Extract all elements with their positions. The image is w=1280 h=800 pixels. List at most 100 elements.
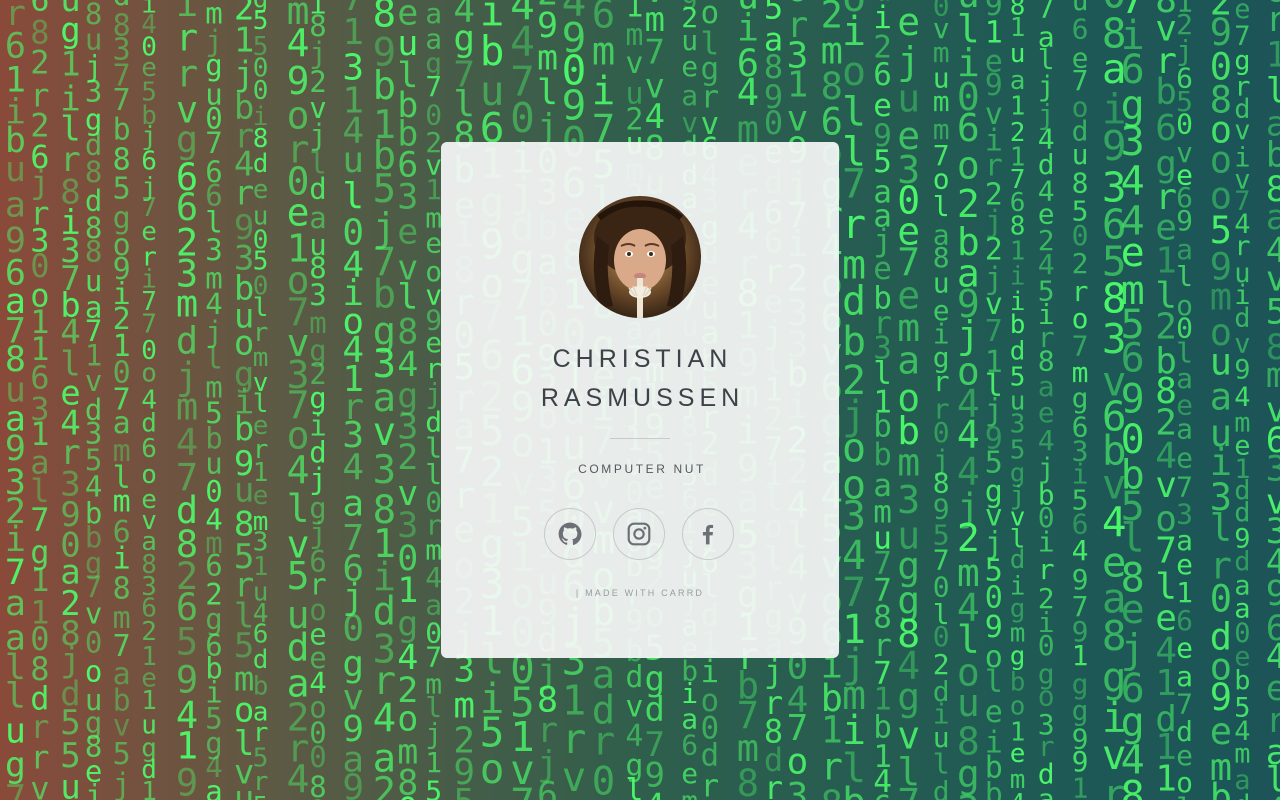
rain-glyph: 9 [342,768,364,800]
rain-glyph: 7 [842,161,866,207]
rain-glyph: 6 [1155,108,1177,149]
rain-glyph: 3 [373,448,396,493]
rain-glyph: 2 [397,438,418,478]
rain-glyph: u [234,779,254,800]
rain-glyph: b [985,777,1003,800]
name-last: RASMUSSEN [540,384,745,412]
rain-glyph: 9 [1234,355,1250,386]
rain-glyph: v [30,769,49,800]
profile-card: CHRISTIAN RASMUSSEN COMPUTER NUT | MADE … [441,142,839,658]
rain-glyph: r [1266,0,1280,40]
rain-glyph: 5 [1266,293,1280,333]
rain-glyph: l [985,664,1003,699]
rain-glyph: 1 [1155,663,1177,704]
rain-glyph: u [957,681,980,725]
facebook-button[interactable] [682,508,734,560]
rain-glyph: 2 [373,770,396,800]
instagram-icon [627,522,651,546]
rain-glyph: 1 [141,777,157,800]
rain-glyph: g [453,18,475,59]
rain-glyph: v [562,753,587,800]
rain-glyph: b [287,794,310,800]
rain-glyph: b [842,780,866,800]
rain-glyph: a [5,186,26,226]
name-first: CHRISTIAN [552,345,733,373]
rain-glyph: d [1234,790,1250,800]
rain-glyph: 8 [1121,773,1145,800]
rain-glyph: 3 [397,177,418,217]
github-icon [558,522,582,545]
rain-glyph: 3 [787,776,809,800]
social-links [544,508,736,560]
rain-glyph: u [1155,790,1177,800]
rain-glyph: u [1010,39,1026,69]
rain-glyph: u [5,150,26,190]
rain-glyph: 0 [592,759,615,800]
rain-glyph: m [681,785,698,800]
rain-glyph: u [60,768,80,800]
rain-glyph: 5 [253,792,269,800]
rain-glyph: r [764,769,783,800]
rain-glyph: d [842,279,866,325]
rain-glyph: o [842,49,866,95]
rain-glyph: 8 [821,783,843,800]
rain-glyph: m [592,30,615,75]
rain-glyph: g [176,118,198,161]
rain-glyph: 5 [287,554,310,598]
rain-glyph: 1 [1072,771,1089,800]
profile-name: CHRISTIAN RASMUSSEN [441,340,839,418]
rain-glyph: o [141,359,157,389]
rain-glyph: e [253,175,269,205]
rain-glyph: 6 [1121,336,1145,382]
rain-glyph: a [205,775,222,800]
rain-glyph: 9 [1121,377,1145,423]
rain-glyph: l [1176,791,1193,800]
rain-glyph: v [625,46,643,81]
rain-glyph: 7 [897,781,920,800]
rain-glyph: j [85,779,102,800]
rain-glyph: b [1155,72,1177,113]
rain-glyph: a [1038,783,1055,800]
rain-glyph: 7 [510,779,535,800]
rain-glyph: 6 [537,775,558,800]
rain-glyph: 0 [397,791,418,800]
rain-glyph: r [592,719,615,764]
rain-glyph: e [397,213,418,253]
rain-glyph: 4 [373,696,396,741]
facebook-icon [702,524,714,545]
github-button[interactable] [544,508,596,560]
rain-glyph: l [1210,507,1232,550]
rain-glyph: a [701,795,720,800]
tagline: COMPUTER NUT [578,462,706,476]
rain-glyph: b [1010,310,1026,340]
rain-glyph: r [842,202,866,248]
rain-glyph: 9 [309,794,326,800]
rain-glyph: l [625,773,643,800]
made-with-carrd-link[interactable]: | MADE WITH CARRD [441,588,839,598]
rain-glyph: l [397,278,418,318]
rain-glyph: 7 [5,778,26,800]
rain-glyph: g [897,675,920,719]
rain-glyph: l [342,176,364,217]
rain-glyph: 1 [1266,36,1280,76]
rain-glyph: e [897,0,920,44]
rain-glyph: 9 [1266,574,1280,614]
rain-glyph: u [480,786,505,800]
rain-glyph: 4 [1010,789,1026,800]
rain-glyph: 6 [873,790,892,800]
instagram-button[interactable] [613,508,665,560]
rain-glyph: 5 [453,782,475,800]
rain-glyph: r [1038,553,1055,586]
rain-glyph: 5 [425,775,442,800]
rain-glyph: b [1210,776,1232,800]
rain-glyph: 4 [1266,791,1280,800]
rain-glyph: 3 [957,788,980,800]
divider [610,438,670,439]
rain-glyph: 0 [1210,577,1232,620]
rain-glyph: g [176,792,198,800]
rain-glyph: d [253,645,269,675]
rain-glyph: 5 [176,621,198,664]
rain-glyph: 7 [985,314,1003,349]
rain-glyph: o [113,796,131,800]
rain-glyph: 4 [342,447,364,488]
